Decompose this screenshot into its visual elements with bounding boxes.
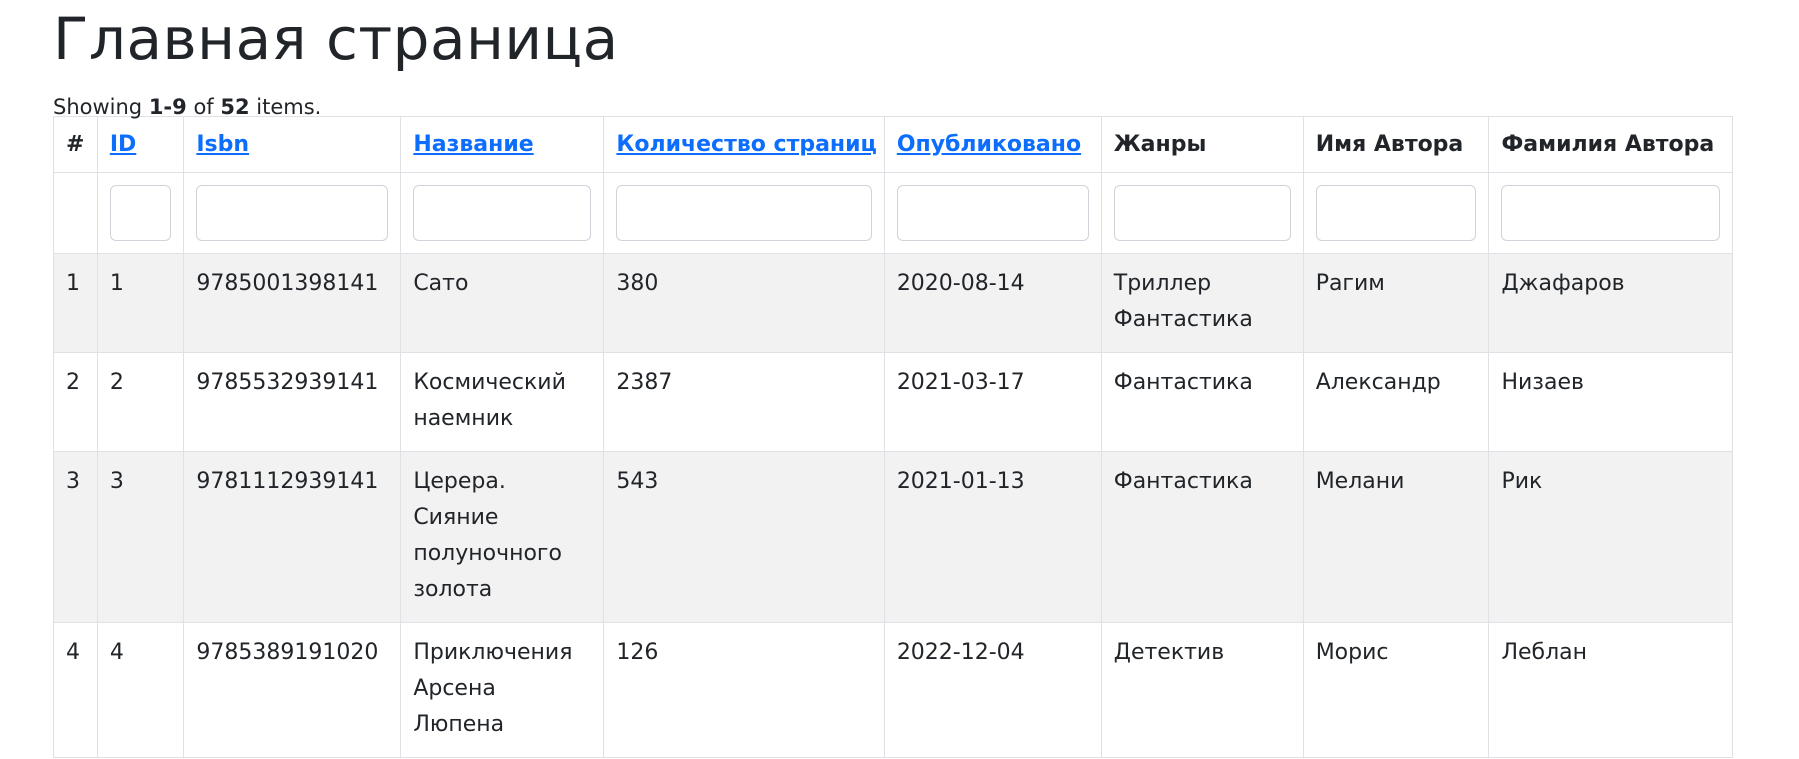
cell-num: 1	[53, 253, 98, 353]
cell-author-last: Джафаров	[1488, 253, 1733, 353]
cell-isbn: 9785001398141	[183, 253, 402, 353]
filter-cell-id	[96, 172, 185, 254]
filter-input-id[interactable]	[109, 185, 172, 241]
filter-cell-genres	[1100, 172, 1304, 254]
cell-published: 2022-12-04	[883, 622, 1102, 758]
column-header-name: Название	[400, 116, 605, 173]
filter-input-genres[interactable]	[1113, 185, 1291, 241]
column-header-author-first: Имя Автора	[1302, 116, 1490, 173]
table-row: 2 2 9785532939141 Космический наемник 23…	[53, 352, 1733, 452]
cell-name: Приключения Арсена Люпена	[400, 622, 605, 758]
column-header-published: Опубликовано	[883, 116, 1102, 173]
filter-input-name[interactable]	[413, 185, 592, 241]
genre-label: Фантастика	[1113, 307, 1253, 332]
filter-input-author-first[interactable]	[1315, 185, 1477, 241]
cell-name: Сато	[400, 253, 605, 353]
filter-input-author-last[interactable]	[1501, 185, 1720, 241]
sort-link-name[interactable]: Название	[413, 132, 533, 157]
filter-input-pages[interactable]	[616, 185, 872, 241]
filter-input-published[interactable]	[896, 185, 1089, 241]
filter-cell-author-last	[1488, 172, 1733, 254]
genre-label: Фантастика	[1113, 469, 1253, 494]
genre-label: Детектив	[1113, 640, 1225, 665]
cell-author-first: Мелани	[1302, 451, 1490, 623]
cell-author-first: Морис	[1302, 622, 1490, 758]
column-header-id: ID	[96, 116, 185, 173]
cell-num: 2	[53, 352, 98, 452]
cell-published: 2021-01-13	[883, 451, 1102, 623]
cell-id: 3	[96, 451, 185, 623]
cell-num: 4	[53, 622, 98, 758]
cell-isbn: 9781112939141	[183, 451, 402, 623]
books-grid: # ID Isbn Название Количество страниц Оп…	[53, 116, 1733, 758]
cell-name: Церера. Сияние полуночного золота	[400, 451, 605, 623]
cell-author-last: Рик	[1488, 451, 1733, 623]
filter-input-isbn[interactable]	[196, 185, 389, 241]
cell-genres: Фантастика	[1100, 451, 1304, 623]
filter-cell-isbn	[183, 172, 402, 254]
summary-suffix: items.	[249, 95, 322, 119]
column-header-pages: Количество страниц	[603, 116, 885, 173]
cell-pages: 2387	[603, 352, 885, 452]
cell-genres: Триллер Фантастика	[1100, 253, 1304, 353]
page-title: Главная страница	[53, 5, 619, 73]
cell-author-last: Леблан	[1488, 622, 1733, 758]
cell-num: 3	[53, 451, 98, 623]
cell-genres: Фантастика	[1100, 352, 1304, 452]
column-header-isbn: Isbn	[183, 116, 402, 173]
cell-id: 1	[96, 253, 185, 353]
cell-pages: 543	[603, 451, 885, 623]
cell-isbn: 9785389191020	[183, 622, 402, 758]
summary-prefix: Showing	[53, 95, 149, 119]
sort-link-isbn[interactable]: Isbn	[196, 132, 249, 157]
cell-genres: Детектив	[1100, 622, 1304, 758]
summary-text: Showing 1-9 of 52 items.	[53, 82, 1733, 119]
cell-isbn: 9785532939141	[183, 352, 402, 452]
sort-link-published[interactable]: Опубликовано	[897, 132, 1081, 157]
cell-name: Космический наемник	[400, 352, 605, 452]
filter-cell-author-first	[1302, 172, 1490, 254]
cell-author-first: Рагим	[1302, 253, 1490, 353]
page-container: Главная страница Showing 1-9 of 52 items…	[53, 0, 1733, 758]
column-header-genres: Жанры	[1100, 116, 1304, 173]
sort-link-pages[interactable]: Количество страниц	[616, 132, 876, 157]
filter-cell-pages	[603, 172, 885, 254]
filter-row	[53, 172, 1733, 254]
summary-total: 52	[220, 95, 250, 119]
cell-pages: 126	[603, 622, 885, 758]
cell-published: 2021-03-17	[883, 352, 1102, 452]
filter-cell-num	[53, 172, 98, 254]
sort-link-id[interactable]: ID	[110, 132, 136, 157]
column-header-num: #	[53, 116, 98, 173]
cell-id: 2	[96, 352, 185, 452]
genre-label: Триллер	[1113, 271, 1212, 296]
table-row: 4 4 9785389191020 Приключения Арсена Люп…	[53, 622, 1733, 758]
genre-label: Фантастика	[1113, 370, 1253, 395]
filter-cell-published	[883, 172, 1102, 254]
table-row: 1 1 9785001398141 Сато 380 2020-08-14 Тр…	[53, 253, 1733, 353]
column-header-author-last: Фамилия Автора	[1488, 116, 1733, 173]
summary-middle: of	[186, 95, 221, 119]
cell-pages: 380	[603, 253, 885, 353]
header-row: # ID Isbn Название Количество страниц Оп…	[53, 116, 1733, 173]
filter-cell-name	[400, 172, 605, 254]
cell-author-last: Низаев	[1488, 352, 1733, 452]
table-row: 3 3 9781112939141 Церера. Сияние полуноч…	[53, 451, 1733, 623]
summary-range: 1-9	[148, 95, 187, 119]
cell-author-first: Александр	[1302, 352, 1490, 452]
cell-published: 2020-08-14	[883, 253, 1102, 353]
cell-id: 4	[96, 622, 185, 758]
